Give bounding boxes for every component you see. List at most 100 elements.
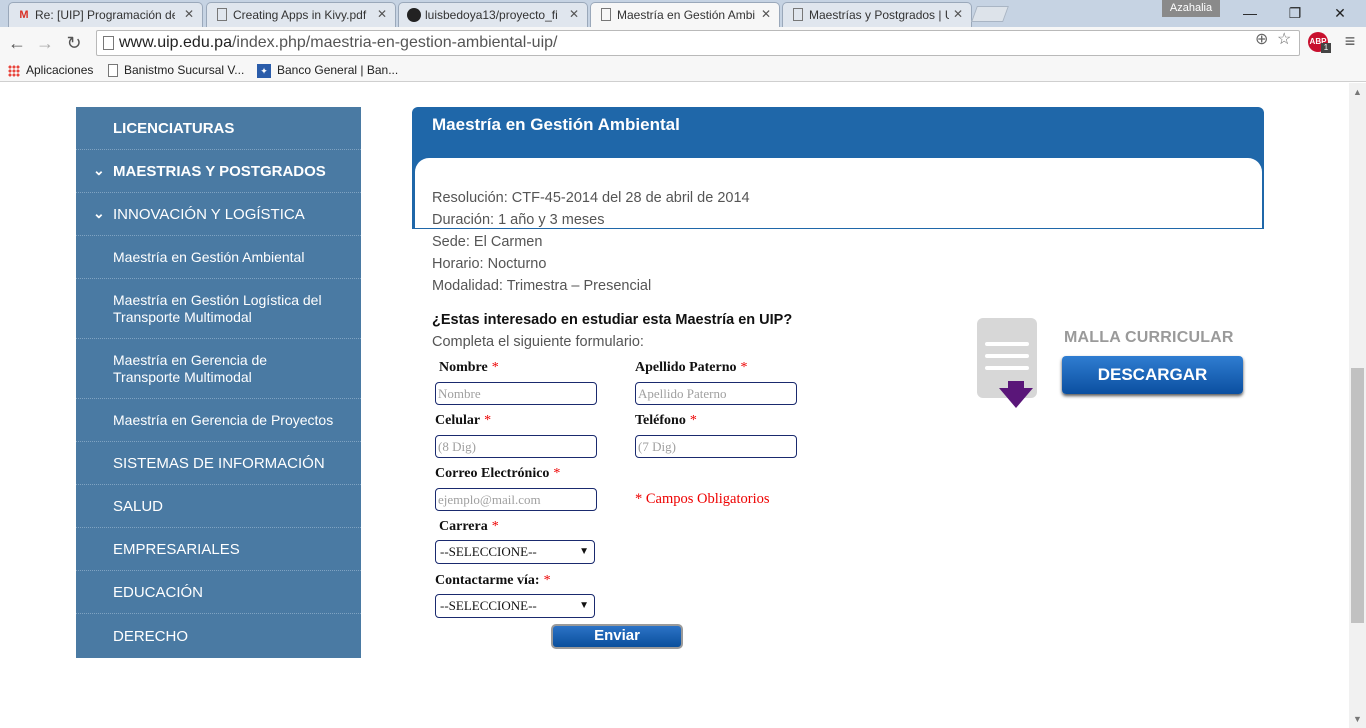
sidebar-item-gestion-ambiental[interactable]: Maestría en Gestión Ambiental <box>76 236 361 279</box>
browser-toolbar: ← → ↻ www.uip.edu.pa/index.php/maestria-… <box>0 27 1366 60</box>
contacto-select[interactable]: --SELECCIONE-- ▼ <box>435 594 595 618</box>
tab-title: Creating Apps in Kivy.pdf <box>233 8 367 22</box>
document-line <box>985 366 1029 370</box>
document-icon <box>793 8 803 21</box>
vertical-scrollbar[interactable]: ▲ ▼ <box>1349 83 1366 728</box>
sidebar-item-label: DERECHO <box>113 627 189 645</box>
browser-tab[interactable]: M Re: [UIP] Programación de ✕ <box>8 2 203 27</box>
sidebar-item-label: LICENCIATURAS <box>113 119 235 137</box>
minimize-button[interactable]: — <box>1230 2 1270 24</box>
tab-title: Maestría en Gestión Ambi <box>617 8 756 22</box>
tab-title: Maestrías y Postgrados | U <box>809 8 949 22</box>
zoom-icon[interactable]: ⊕ <box>1255 29 1268 49</box>
apellido-input[interactable] <box>635 382 797 405</box>
document-icon <box>217 8 227 21</box>
sidebar-item-gerencia-transporte[interactable]: Maestría en Gerencia de Transporte Multi… <box>76 339 361 399</box>
bookmark-label: Aplicaciones <box>26 63 94 77</box>
tab-close-icon[interactable]: ✕ <box>377 7 387 21</box>
sidebar-item-label: EDUCACIÓN <box>113 583 204 601</box>
page-title: Maestría en Gestión Ambiental <box>432 115 680 134</box>
descargar-button[interactable]: DESCARGAR <box>1062 356 1243 394</box>
carrera-label: Carrera * <box>439 519 499 535</box>
sidebar-item-sistemas[interactable]: SISTEMAS DE INFORMACIÓN <box>76 442 361 485</box>
reload-icon[interactable]: ↻ <box>62 32 86 54</box>
required-asterisk: * <box>689 413 697 428</box>
tab-close-icon[interactable]: ✕ <box>184 7 194 21</box>
tab-title: luisbedoya13/proyecto_fi <box>425 8 558 22</box>
sidebar-item-educacion[interactable]: EDUCACIÓN <box>76 571 361 614</box>
back-arrow-icon[interactable]: ← <box>5 32 29 54</box>
address-bar[interactable]: www.uip.edu.pa/index.php/maestria-en-ges… <box>96 30 1300 56</box>
bookmark-banco-general[interactable]: ✦ Banco General | Ban... <box>257 63 398 78</box>
required-asterisk: * <box>491 519 499 534</box>
field-label-text: Carrera <box>439 519 488 534</box>
telefono-label: Teléfono * <box>635 413 697 429</box>
nombre-label: Nombre * <box>439 360 499 376</box>
enviar-button[interactable]: Enviar <box>551 624 683 649</box>
carrera-select[interactable]: --SELECCIONE-- ▼ <box>435 540 595 564</box>
nombre-input[interactable] <box>435 382 597 405</box>
curriculum-document-icon[interactable] <box>977 318 1037 398</box>
field-label-text: Apellido Paterno <box>635 360 737 375</box>
sidebar-item-salud[interactable]: SALUD <box>76 485 361 528</box>
sidebar-item-label: Maestría en Gestión Logística del Transp… <box>113 291 322 325</box>
new-tab-button[interactable] <box>971 6 1009 22</box>
bookmark-star-icon[interactable]: ☆ <box>1277 29 1291 49</box>
bookmarks-bar: Aplicaciones Banistmo Sucursal V... ✦ Ban… <box>0 60 1366 82</box>
form-subtitle: Completa el siguiente formulario: <box>432 334 644 350</box>
bookmark-apps[interactable]: Aplicaciones <box>8 63 93 77</box>
browser-tab-active[interactable]: Maestría en Gestión Ambi ✕ <box>590 2 780 27</box>
sidebar-item-gerencia-proyectos[interactable]: Maestría en Gerencia de Proyectos <box>76 399 361 442</box>
sidebar-item-licenciaturas[interactable]: LICENCIATURAS <box>76 107 361 150</box>
sidebar-item-label: EMPRESARIALES <box>113 540 240 558</box>
browser-tab[interactable]: Creating Apps in Kivy.pdf ✕ <box>206 2 396 27</box>
sidebar-item-derecho[interactable]: DERECHO <box>76 614 361 658</box>
form-question: ¿Estas interesado en estudiar esta Maest… <box>432 312 793 328</box>
correo-label: Correo Electrónico * <box>435 466 560 482</box>
browser-menu-icon[interactable]: ≡ <box>1340 31 1360 53</box>
sidebar-item-maestrias[interactable]: ⌄ MAESTRIAS Y POSTGRADOS <box>76 150 361 193</box>
sidebar-item-empresariales[interactable]: EMPRESARIALES <box>76 528 361 571</box>
profile-button[interactable]: Azahalia <box>1162 0 1220 17</box>
sidebar-item-label: Maestría en Gerencia de Proyectos <box>113 411 334 428</box>
browser-tab[interactable]: luisbedoya13/proyecto_fi ✕ <box>398 2 588 27</box>
telefono-input[interactable] <box>635 435 797 458</box>
field-label-text: Contactarme vía: <box>435 573 540 588</box>
sidebar-item-label: SALUD <box>113 497 164 515</box>
contacto-label: Contactarme vía: * <box>435 573 551 589</box>
sidebar-item-innovacion[interactable]: ⌄ INNOVACIÓN Y LOGÍSTICA <box>76 193 361 236</box>
info-sede: Sede: El Carmen <box>432 234 543 250</box>
scroll-down-arrow-icon[interactable]: ▼ <box>1349 714 1366 726</box>
tab-close-icon[interactable]: ✕ <box>569 7 579 21</box>
sidebar-item-label: Maestría en Gerencia de Transporte Multi… <box>113 351 268 385</box>
page-icon <box>103 36 114 50</box>
adblock-count-badge: 1 <box>1321 43 1331 53</box>
select-value: --SELECCIONE-- <box>440 598 537 613</box>
correo-input[interactable] <box>435 488 597 511</box>
forward-arrow-icon[interactable]: → <box>33 32 57 54</box>
tab-close-icon[interactable]: ✕ <box>761 7 771 21</box>
field-label-text: Teléfono <box>635 413 686 428</box>
celular-input[interactable] <box>435 435 597 458</box>
browser-tab[interactable]: Maestrías y Postgrados | U ✕ <box>782 2 972 27</box>
close-window-button[interactable]: ✕ <box>1320 2 1360 24</box>
info-resolucion: Resolución: CTF-45-2014 del 28 de abril … <box>432 190 750 206</box>
sidebar-item-label: Maestría en Gestión Ambiental <box>113 248 305 265</box>
required-fields-note: * Campos Obligatorios <box>635 491 770 507</box>
required-asterisk: * <box>491 360 499 375</box>
sidebar-item-gestion-logistica[interactable]: Maestría en Gestión Logística del Transp… <box>76 279 361 339</box>
bookmark-banistmo[interactable]: Banistmo Sucursal V... <box>108 63 244 78</box>
scrollbar-thumb[interactable] <box>1351 368 1364 623</box>
tab-close-icon[interactable]: ✕ <box>953 7 963 21</box>
apps-grid-icon <box>8 64 20 77</box>
sidebar-item-label: MAESTRIAS Y POSTGRADOS <box>113 162 326 180</box>
apellido-label: Apellido Paterno * <box>635 360 748 376</box>
sidebar-item-label: SISTEMAS DE INFORMACIÓN <box>113 454 325 472</box>
info-duracion: Duración: 1 año y 3 meses <box>432 212 605 228</box>
maximize-button[interactable]: ❐ <box>1275 2 1315 24</box>
github-icon <box>407 8 421 22</box>
required-asterisk: * <box>740 360 748 375</box>
scroll-up-arrow-icon[interactable]: ▲ <box>1349 87 1366 99</box>
document-icon <box>108 64 118 78</box>
page-viewport: LICENCIATURAS ⌄ MAESTRIAS Y POSTGRADOS ⌄… <box>0 83 1349 728</box>
